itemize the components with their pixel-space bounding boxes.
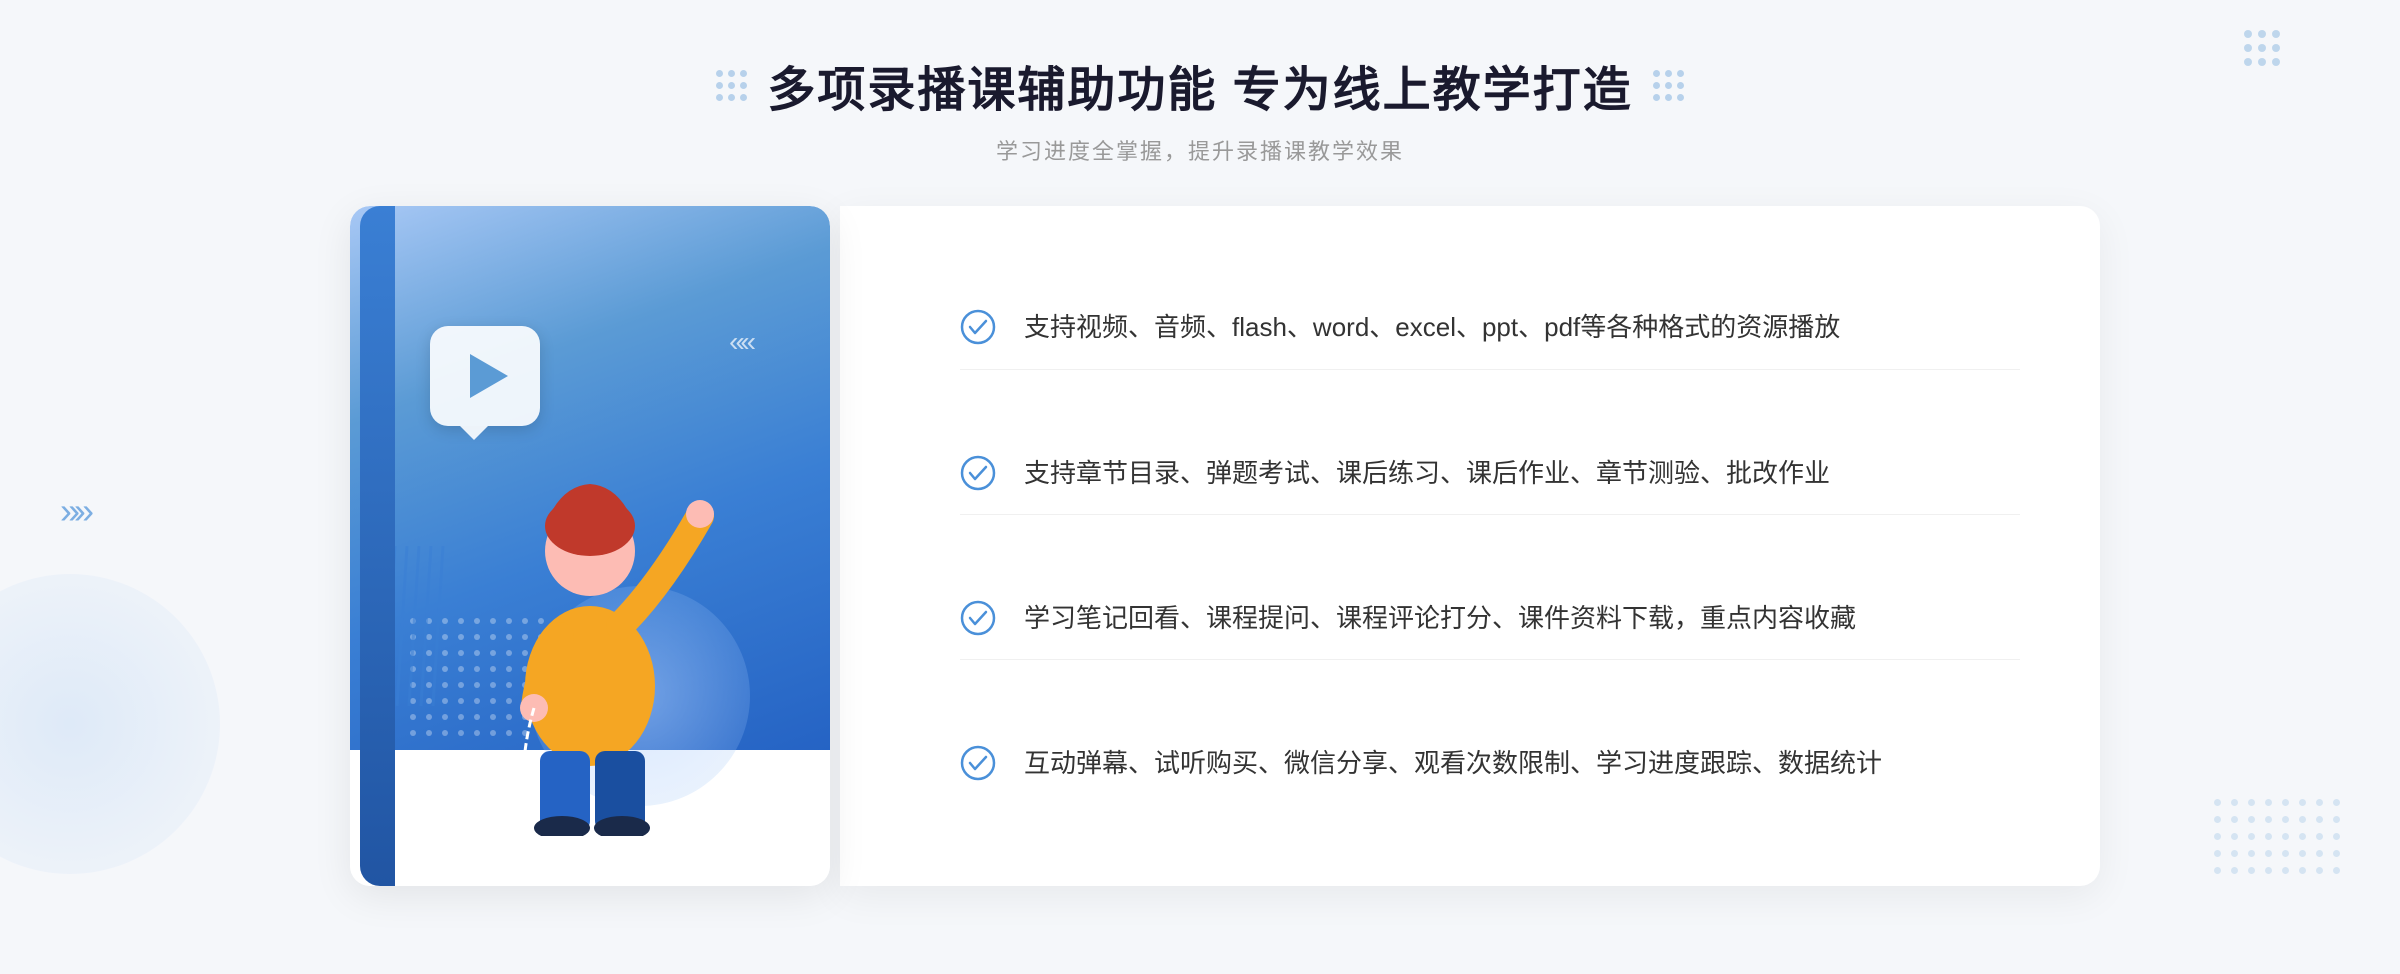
feature-text-3: 学习笔记回看、课程提问、课程评论打分、课件资料下载，重点内容收藏 — [1024, 598, 1856, 640]
feature-text-4: 互动弹幕、试听购买、微信分享、观看次数限制、学习进度跟踪、数据统计 — [1024, 743, 1882, 785]
feature-text-1: 支持视频、音频、flash、word、excel、ppt、pdf等各种格式的资源… — [1024, 307, 1840, 349]
page-subtitle: 学习进度全掌握，提升录播课教学效果 — [996, 134, 1404, 166]
blue-bar — [360, 206, 395, 886]
page-container: 多项录播课辅助功能 专为线上教学打造 学习进度全掌握，提升录播课教学效果 — [0, 0, 2400, 974]
right-dot-grid — [2214, 799, 2340, 874]
feature-item-4: 互动弹幕、试听购买、微信分享、观看次数限制、学习进度跟踪、数据统计 — [960, 723, 2020, 805]
illustration-panel: « « — [300, 206, 880, 926]
check-icon-1 — [960, 309, 996, 345]
play-icon — [470, 354, 508, 398]
title-deco-left — [716, 70, 747, 101]
header-section: 多项录播课辅助功能 专为线上教学打造 学习进度全掌握，提升录播课教学效果 — [716, 50, 1683, 166]
features-panel: 支持视频、音频、flash、word、excel、ppt、pdf等各种格式的资源… — [840, 206, 2100, 886]
feature-item-1: 支持视频、音频、flash、word、excel、ppt、pdf等各种格式的资源… — [960, 287, 2020, 370]
feature-item-2: 支持章节目录、弹题考试、课后练习、课后作业、章节测验、批改作业 — [960, 433, 2020, 516]
top-right-decoration — [2244, 30, 2280, 66]
person-illustration — [430, 396, 750, 836]
content-area: « « — [300, 206, 2100, 926]
check-icon-4 — [960, 745, 996, 781]
check-icon-3 — [960, 600, 996, 636]
illus-arrows: « « — [729, 326, 750, 358]
large-circle-decoration — [0, 574, 220, 874]
feature-item-3: 学习笔记回看、课程提问、课程评论打分、课件资料下载，重点内容收藏 — [960, 578, 2020, 661]
check-icon-2 — [960, 455, 996, 491]
feature-text-2: 支持章节目录、弹题考试、课后练习、课后作业、章节测验、批改作业 — [1024, 453, 1830, 495]
title-deco-right — [1653, 70, 1684, 101]
left-arrow-decoration: » » — [60, 490, 86, 532]
title-row: 多项录播课辅助功能 专为线上教学打造 — [716, 50, 1683, 120]
page-title: 多项录播课辅助功能 专为线上教学打造 — [767, 50, 1632, 120]
